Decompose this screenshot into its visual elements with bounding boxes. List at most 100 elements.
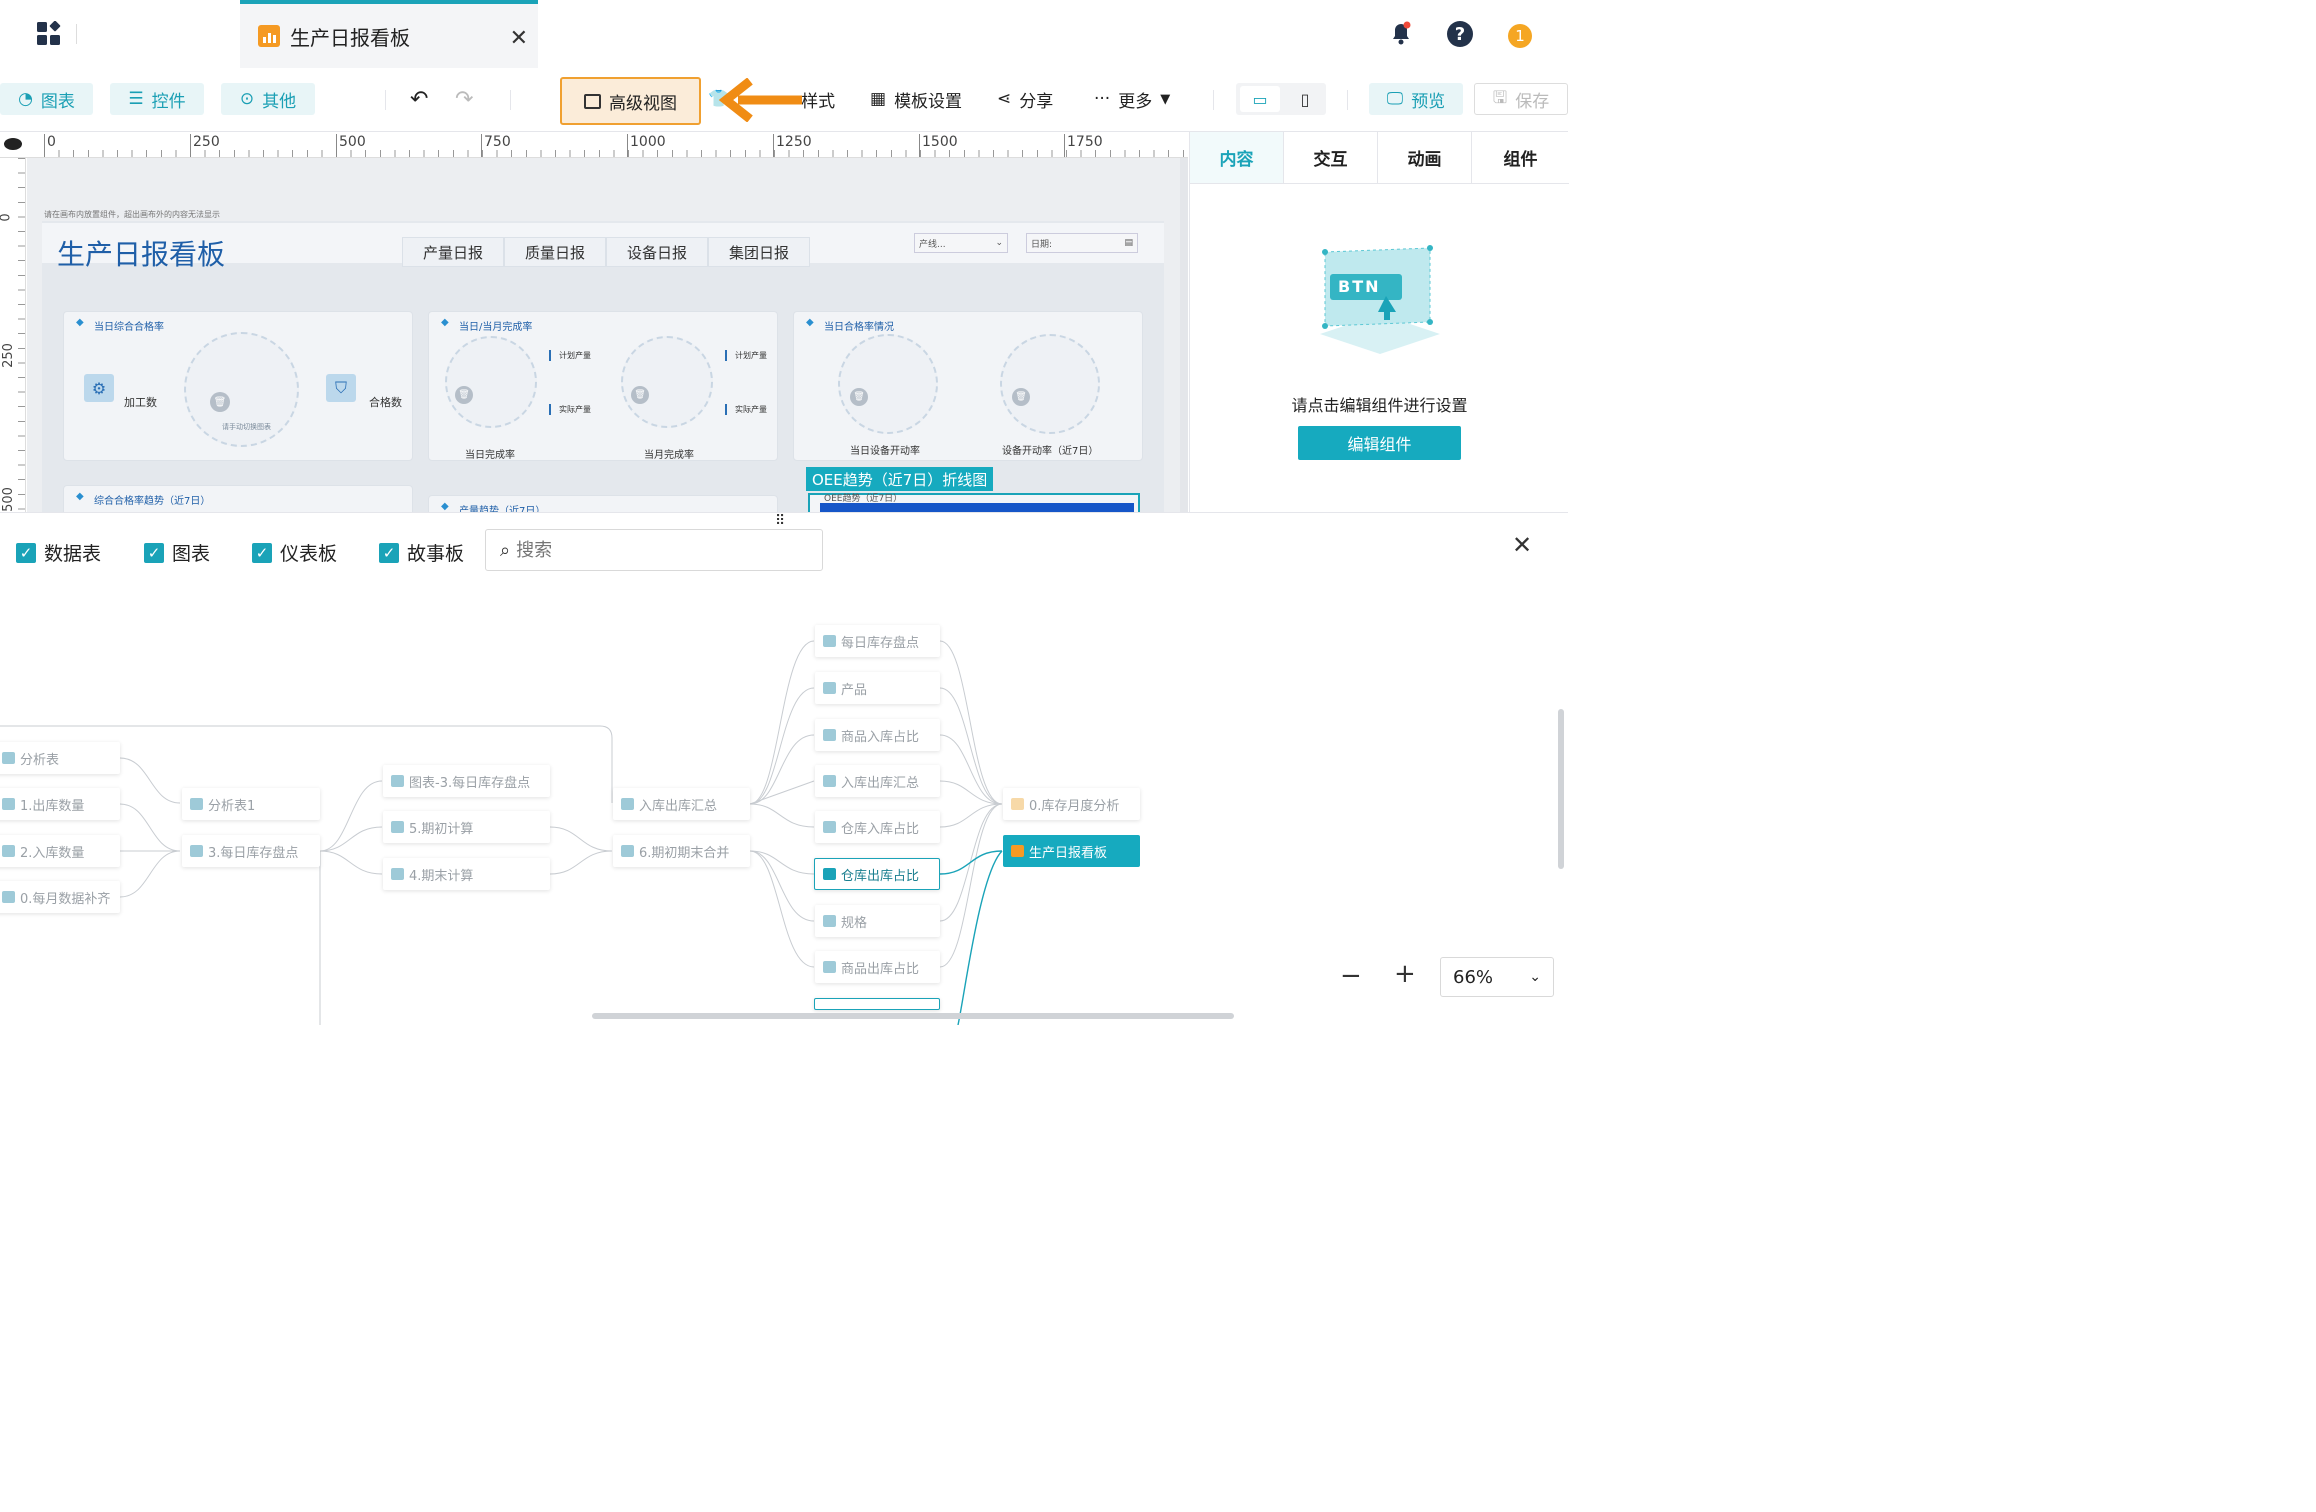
card-daily-pass-rate[interactable]: ◆ 当日综合合格率 ⚙ 加工数 🗑 请手动切换图表 ⛉ 合格数 [63,311,413,461]
node-table[interactable]: 入库出库汇总 [613,788,750,820]
line-select[interactable]: 产线... ⌄ [914,233,1008,253]
other-button[interactable]: ⊙ 其他 [221,83,315,115]
node-table[interactable]: 6.期初期末合并 [613,835,750,867]
card-pass-trend[interactable]: ◆ 综合合格率趋势（近7日） [63,485,413,512]
zoom-out-button[interactable]: − [1340,961,1362,991]
trash-icon[interactable]: 🗑 [1012,388,1030,406]
node-chart-selected[interactable]: 仓库出库占比 [814,858,940,890]
share-button[interactable]: ⋖ 分享 [997,83,1053,115]
more-button[interactable]: ··· 更多 ▼ [1094,83,1170,115]
table-chart-icon [391,775,404,787]
line-chart-icon [823,635,836,647]
date-picker[interactable]: 日期: ▤ [1026,233,1138,253]
node-table[interactable]: 分析表 [0,742,120,774]
table-icon [190,845,203,857]
tab-animation[interactable]: 动画 [1378,132,1472,184]
node-chart[interactable]: 仓库入库占比 [815,811,940,843]
card-equipment-rate[interactable]: ◆ 当日合格率情况 🗑 当日设备开动率 🗑 设备开动率（近7日） [793,311,1143,461]
selected-oee-chart[interactable]: OEE趋势（近7日） [808,493,1140,512]
top-bar: 生产日报看板 ✕ ? 1 [0,0,1568,68]
table-icon [2,891,15,903]
node-chart[interactable]: 产品 [815,672,940,704]
gauge-placeholder [445,336,537,428]
node-chart[interactable]: 规格 [815,905,940,937]
node-dashboard-current[interactable]: 生产日报看板 [1003,835,1140,867]
trash-icon[interactable]: 🗑 [631,386,649,404]
trash-icon[interactable]: 🗑 [455,386,473,404]
apps-grid-icon[interactable] [36,20,62,47]
template-settings-button[interactable]: ▦ 模板设置 [870,83,962,115]
help-icon[interactable]: ? [1447,21,1473,47]
tab-dashboard[interactable]: 生产日报看板 ✕ [240,0,538,68]
desktop-view-icon[interactable]: ▭ [1240,86,1280,112]
tab-equipment-report[interactable]: 设备日报 [606,237,708,267]
bar-chart-icon [823,868,836,880]
table-icon [391,868,404,880]
design-canvas[interactable]: 请在画布内放置组件，超出画布外的内容无法显示 生产日报看板 产量日报 质量日报 … [27,158,1188,512]
node-dashboard[interactable]: 0.库存月度分析 [1003,788,1140,820]
trash-icon[interactable]: 🗑 [210,392,230,412]
divider [1213,90,1214,110]
node-chart-partial[interactable] [814,998,940,1010]
table-icon [391,821,404,833]
node-chart[interactable]: 每日库存盘点 [815,625,940,657]
node-table[interactable]: 0.每月数据补齐 [0,881,120,913]
tab-component[interactable]: 组件 [1472,132,1569,184]
node-chart[interactable]: 商品出库占比 [815,951,940,983]
chevron-down-icon: ⌄ [995,238,1003,248]
table-icon [621,798,634,810]
node-table[interactable]: 1.出库数量 [0,788,120,820]
control-icon: ☰ [128,89,144,109]
tab-interaction[interactable]: 交互 [1284,132,1378,184]
undo-button[interactable]: ↶ [410,83,428,115]
dashboard-board[interactable]: 生产日报看板 产量日报 质量日报 设备日报 集团日报 产线... ⌄ 日期: ▤ ◆… [42,221,1164,512]
node-chart[interactable]: 图表-3.每日库存盘点 [383,765,550,797]
preview-button[interactable]: 🖵 预览 [1369,83,1463,115]
bell-icon[interactable] [1389,20,1413,46]
dashboard-icon [258,25,280,47]
node-table[interactable]: 5.期初计算 [383,811,550,843]
gauge-placeholder [621,336,713,428]
node-table[interactable]: 4.期末计算 [383,858,550,890]
table-icon [190,798,203,810]
close-icon[interactable]: ✕ [510,26,528,51]
node-chart[interactable]: 入库出库汇总 [815,765,940,797]
arrow-annotation-icon [718,77,802,123]
tab-output-report[interactable]: 产量日报 [402,237,504,267]
table-icon [2,798,15,810]
notification-badge-icon[interactable]: 1 [1508,24,1532,48]
pie-chart-icon [823,729,836,741]
eye-icon[interactable] [4,138,22,150]
tab-content[interactable]: 内容 [1190,132,1284,184]
save-button[interactable]: 🖫 保存 [1474,83,1568,115]
device-toggle: ▭ ▯ [1236,83,1326,115]
node-table[interactable]: 分析表1 [182,788,320,820]
tab-quality-report[interactable]: 质量日报 [504,237,606,267]
canvas-scrollbar[interactable] [1180,158,1188,512]
toolbar: ◔ 图表 ☰ 控件 ⊙ 其他 ↶ ↷ 高级视图 👕 样式 ▦ 模板设置 ⋖ 分享 ··· 更… [0,68,1568,132]
edit-component-button[interactable]: 编辑组件 [1298,426,1461,460]
dashboard-icon [1011,845,1024,857]
diamond-icon: ◆ [441,501,449,512]
advanced-view-button[interactable]: 高级视图 [560,77,701,125]
gear-icon: ⚙ [84,374,114,402]
mobile-view-icon[interactable]: ▯ [1290,86,1320,112]
horizontal-scrollbar[interactable] [592,1013,1234,1019]
advanced-view-icon [584,93,601,109]
diamond-icon: ◆ [441,317,449,328]
card-completion-rate[interactable]: ◆ 当日/当月完成率 🗑 计划产量 实际产量 当日完成率 🗑 计划产量 实际产量… [428,311,778,461]
node-table[interactable]: 3.每日库存盘点 [182,835,320,867]
zoom-select[interactable]: 66% ⌄ [1440,957,1554,997]
node-chart[interactable]: 商品入库占比 [815,719,940,751]
zoom-in-button[interactable]: + [1394,959,1416,989]
vertical-scrollbar[interactable] [1558,709,1564,869]
lineage-edges [0,640,1003,1025]
card-output-trend[interactable]: ◆ 产量趋势（近7日） [428,495,778,512]
redo-button[interactable]: ↷ [455,83,473,115]
control-button[interactable]: ☰ 控件 [110,83,204,115]
chart-button[interactable]: ◔ 图表 [0,83,93,115]
trash-icon[interactable]: 🗑 [850,388,868,406]
tab-group-report[interactable]: 集团日报 [708,237,810,267]
node-table[interactable]: 2.入库数量 [0,835,120,867]
btn-badge: BTN [1338,277,1381,296]
